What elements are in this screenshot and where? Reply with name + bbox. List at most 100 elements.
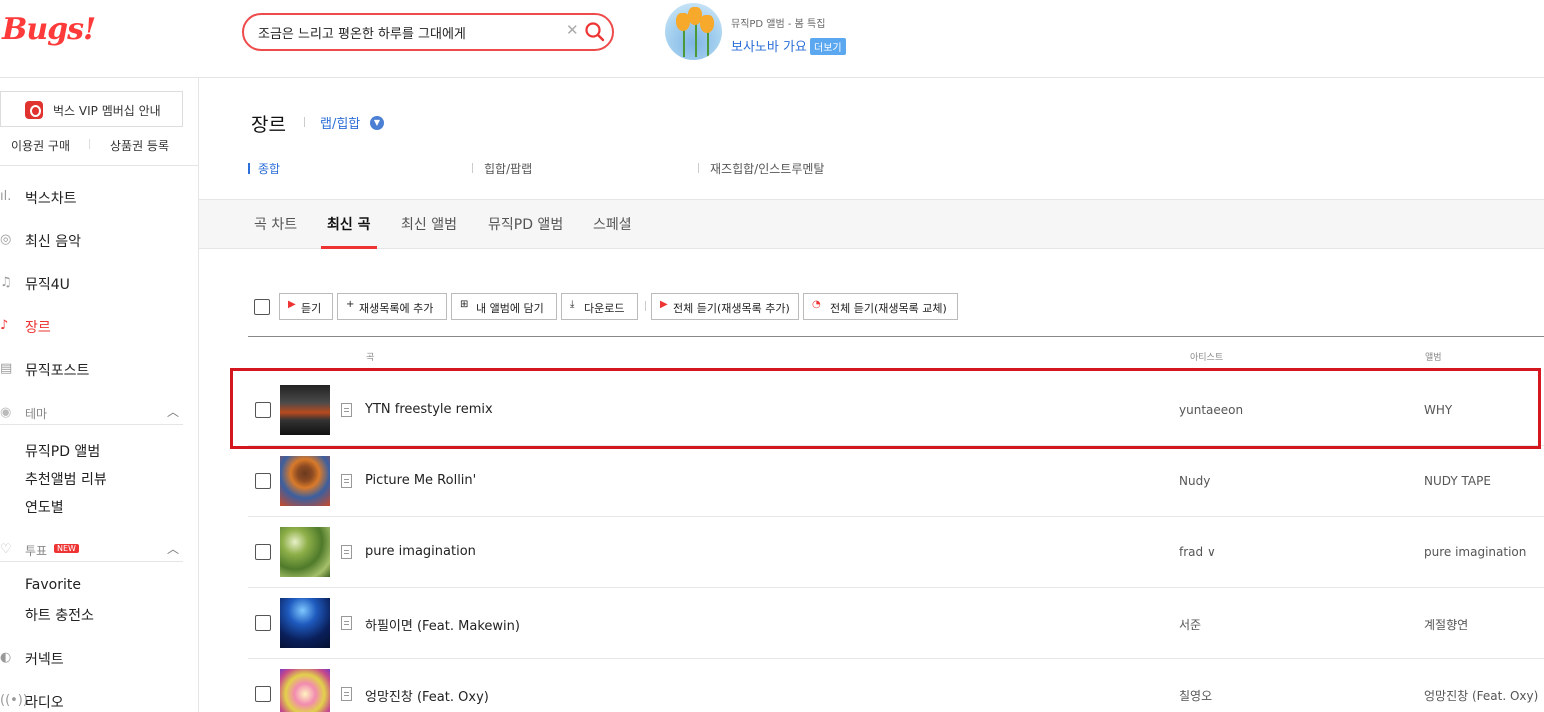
column-header-artist: 아티스트 — [1190, 353, 1224, 363]
song-title[interactable]: pure imagination — [365, 544, 476, 559]
table-row: 하필이면 (Feat. Makewin) 서준 계절향연 — [248, 588, 1544, 659]
theme-group-header[interactable]: ◉ 테마 ︿ — [0, 403, 183, 425]
sidebar-item-chart[interactable]: ıl. 벅스차트 — [0, 185, 190, 211]
download-button[interactable]: ⤓ 다운로드 — [561, 293, 638, 320]
subgenre-all[interactable]: 종합 — [258, 160, 280, 177]
sidebar-item-album-review[interactable]: 추천앨범 리뷰 — [25, 469, 107, 489]
promo-album-art[interactable] — [665, 3, 722, 60]
bugs-logo[interactable]: Bugs! — [2, 12, 96, 47]
play-icon: ▶ — [288, 299, 296, 310]
chevron-up-icon[interactable]: ︿ — [167, 403, 179, 420]
vip-membership-button[interactable]: 벅스 VIP 멤버십 안내 — [0, 91, 183, 127]
sidebar-item-heart-charge[interactable]: 하트 충전소 — [25, 605, 94, 625]
song-artist[interactable]: 서준 — [1179, 616, 1201, 633]
divider — [89, 139, 90, 149]
divider — [304, 117, 305, 127]
guitar-icon: ♪ — [0, 318, 9, 333]
sidebar-item-musicpd-album[interactable]: 뮤직PD 앨범 — [25, 441, 100, 461]
chart-bars-icon: ıl. — [0, 189, 12, 204]
genre-selector[interactable]: 랩/힙합 — [320, 113, 360, 132]
song-album[interactable]: pure imagination — [1424, 545, 1526, 559]
song-title[interactable]: 하필이면 (Feat. Makewin) — [365, 615, 520, 634]
disc-icon: ◎ — [0, 232, 12, 247]
search-input[interactable] — [258, 22, 558, 42]
vip-icon — [25, 101, 43, 119]
add-to-my-album-button[interactable]: ⊞ 내 앨범에 담기 — [451, 293, 557, 320]
sidebar-item-label: 뮤직포스트 — [25, 363, 90, 379]
song-artist[interactable]: 칠영오 — [1179, 687, 1212, 704]
sidebar-item-label: 커넥트 — [25, 652, 64, 668]
song-artist[interactable]: frad ∨ — [1179, 545, 1216, 559]
song-title[interactable]: Picture Me Rollin' — [365, 473, 476, 488]
sidebar-item-new-music[interactable]: ◎ 최신 음악 — [0, 228, 190, 254]
purchase-link[interactable]: 이용권 구매 — [11, 137, 70, 154]
add-to-playlist-button[interactable]: + 재생목록에 추가 — [337, 293, 447, 320]
sidebar-item-music-post[interactable]: ▤ 뮤직포스트 — [0, 357, 190, 383]
promo-more-button[interactable]: 더보기 — [810, 38, 846, 55]
select-all-checkbox[interactable] — [254, 299, 270, 315]
vote-group-header[interactable]: ♡ 투표 NEW ︿ — [0, 540, 183, 562]
active-tab-underline — [321, 246, 377, 249]
song-album[interactable]: 계절향연 — [1424, 616, 1468, 633]
song-album[interactable]: NUDY TAPE — [1424, 474, 1491, 488]
song-artist[interactable]: Nudy — [1179, 474, 1210, 488]
song-album[interactable]: 엉망진창 (Feat. Oxy) — [1424, 687, 1538, 704]
sidebar-item-by-year[interactable]: 연도별 — [25, 497, 64, 517]
sidebar-item-label: 라디오 — [25, 695, 64, 711]
row-checkbox[interactable] — [255, 473, 271, 489]
sidebar-item-connect[interactable]: ◐ 커넥트 — [0, 646, 190, 672]
tab-special[interactable]: 스페셜 — [593, 214, 632, 234]
heart-icon: ♡ — [0, 542, 12, 557]
tab-latest-albums[interactable]: 최신 앨범 — [401, 214, 457, 234]
tab-musicpd-albums[interactable]: 뮤직PD 앨범 — [488, 214, 563, 234]
add-album-icon: ⊞ — [460, 299, 469, 310]
subgenre-hiphop-poprap[interactable]: 힙합/팝랩 — [484, 160, 532, 177]
group-label: 테마 — [25, 407, 48, 421]
sidebar-item-favorite[interactable]: Favorite — [25, 577, 81, 593]
subgenre-jazz-hiphop[interactable]: 재즈힙합/인스트루멘탈 — [710, 160, 824, 177]
lyrics-icon[interactable] — [341, 616, 352, 630]
chevron-up-icon[interactable]: ︿ — [167, 540, 179, 557]
album-thumbnail[interactable] — [280, 669, 330, 712]
divider — [472, 163, 473, 173]
sidebar-item-genre[interactable]: ♪ 장르 — [0, 314, 190, 340]
clear-search-icon[interactable]: ✕ — [566, 21, 579, 39]
column-header-album: 앨범 — [1425, 353, 1442, 363]
row-checkbox[interactable] — [255, 615, 271, 631]
theme-icon: ◉ — [0, 405, 12, 420]
table-row: pure imagination frad ∨ pure imagination — [248, 517, 1544, 588]
download-icon: ⤓ — [570, 299, 575, 310]
button-label: 듣기 — [301, 302, 322, 315]
voucher-link[interactable]: 상품권 등록 — [110, 137, 169, 154]
lyrics-icon[interactable] — [341, 474, 352, 488]
tab-latest-songs[interactable]: 최신 곡 — [327, 214, 371, 234]
divider — [645, 301, 646, 311]
group-label: 투표 — [25, 544, 48, 558]
music-note-icon: ♫ — [0, 275, 12, 290]
album-thumbnail[interactable] — [280, 456, 330, 506]
row-checkbox[interactable] — [255, 686, 271, 702]
post-icon: ▤ — [0, 361, 13, 376]
sidebar-item-radio[interactable]: ((•)) 라디오 — [0, 689, 190, 712]
play-all-add-button[interactable]: ▶ 전체 듣기(재생목록 추가) — [651, 293, 799, 320]
top-header: Bugs! ✕ 뮤직PD 앨범 - 봄 특집 보사노바 가요 더보기 — [0, 0, 1544, 78]
play-all-replace-button[interactable]: ◔ 전체 듣기(재생목록 교체) — [803, 293, 958, 320]
album-thumbnail[interactable] — [280, 527, 330, 577]
search-icon[interactable] — [584, 21, 606, 43]
lyrics-icon[interactable] — [341, 687, 352, 701]
button-label: 다운로드 — [584, 302, 625, 315]
lyrics-icon[interactable] — [341, 545, 352, 559]
tab-song-chart[interactable]: 곡 차트 — [254, 214, 297, 234]
song-title[interactable]: 엉망진창 (Feat. Oxy) — [365, 686, 489, 705]
listen-button[interactable]: ▶ 듣기 — [279, 293, 333, 320]
chevron-down-icon[interactable]: ▼ — [370, 116, 384, 130]
promo-title[interactable]: 보사노바 가요 — [731, 36, 807, 55]
table-top-border — [248, 336, 1544, 337]
album-thumbnail[interactable] — [280, 598, 330, 648]
row-checkbox[interactable] — [255, 544, 271, 560]
column-header-song: 곡 — [366, 353, 375, 363]
new-badge: NEW — [54, 544, 79, 553]
sidebar-item-label: 뮤직4U — [25, 277, 70, 293]
button-label: 전체 듣기(재생목록 추가) — [673, 302, 790, 315]
sidebar-item-music4u[interactable]: ♫ 뮤직4U — [0, 271, 190, 297]
